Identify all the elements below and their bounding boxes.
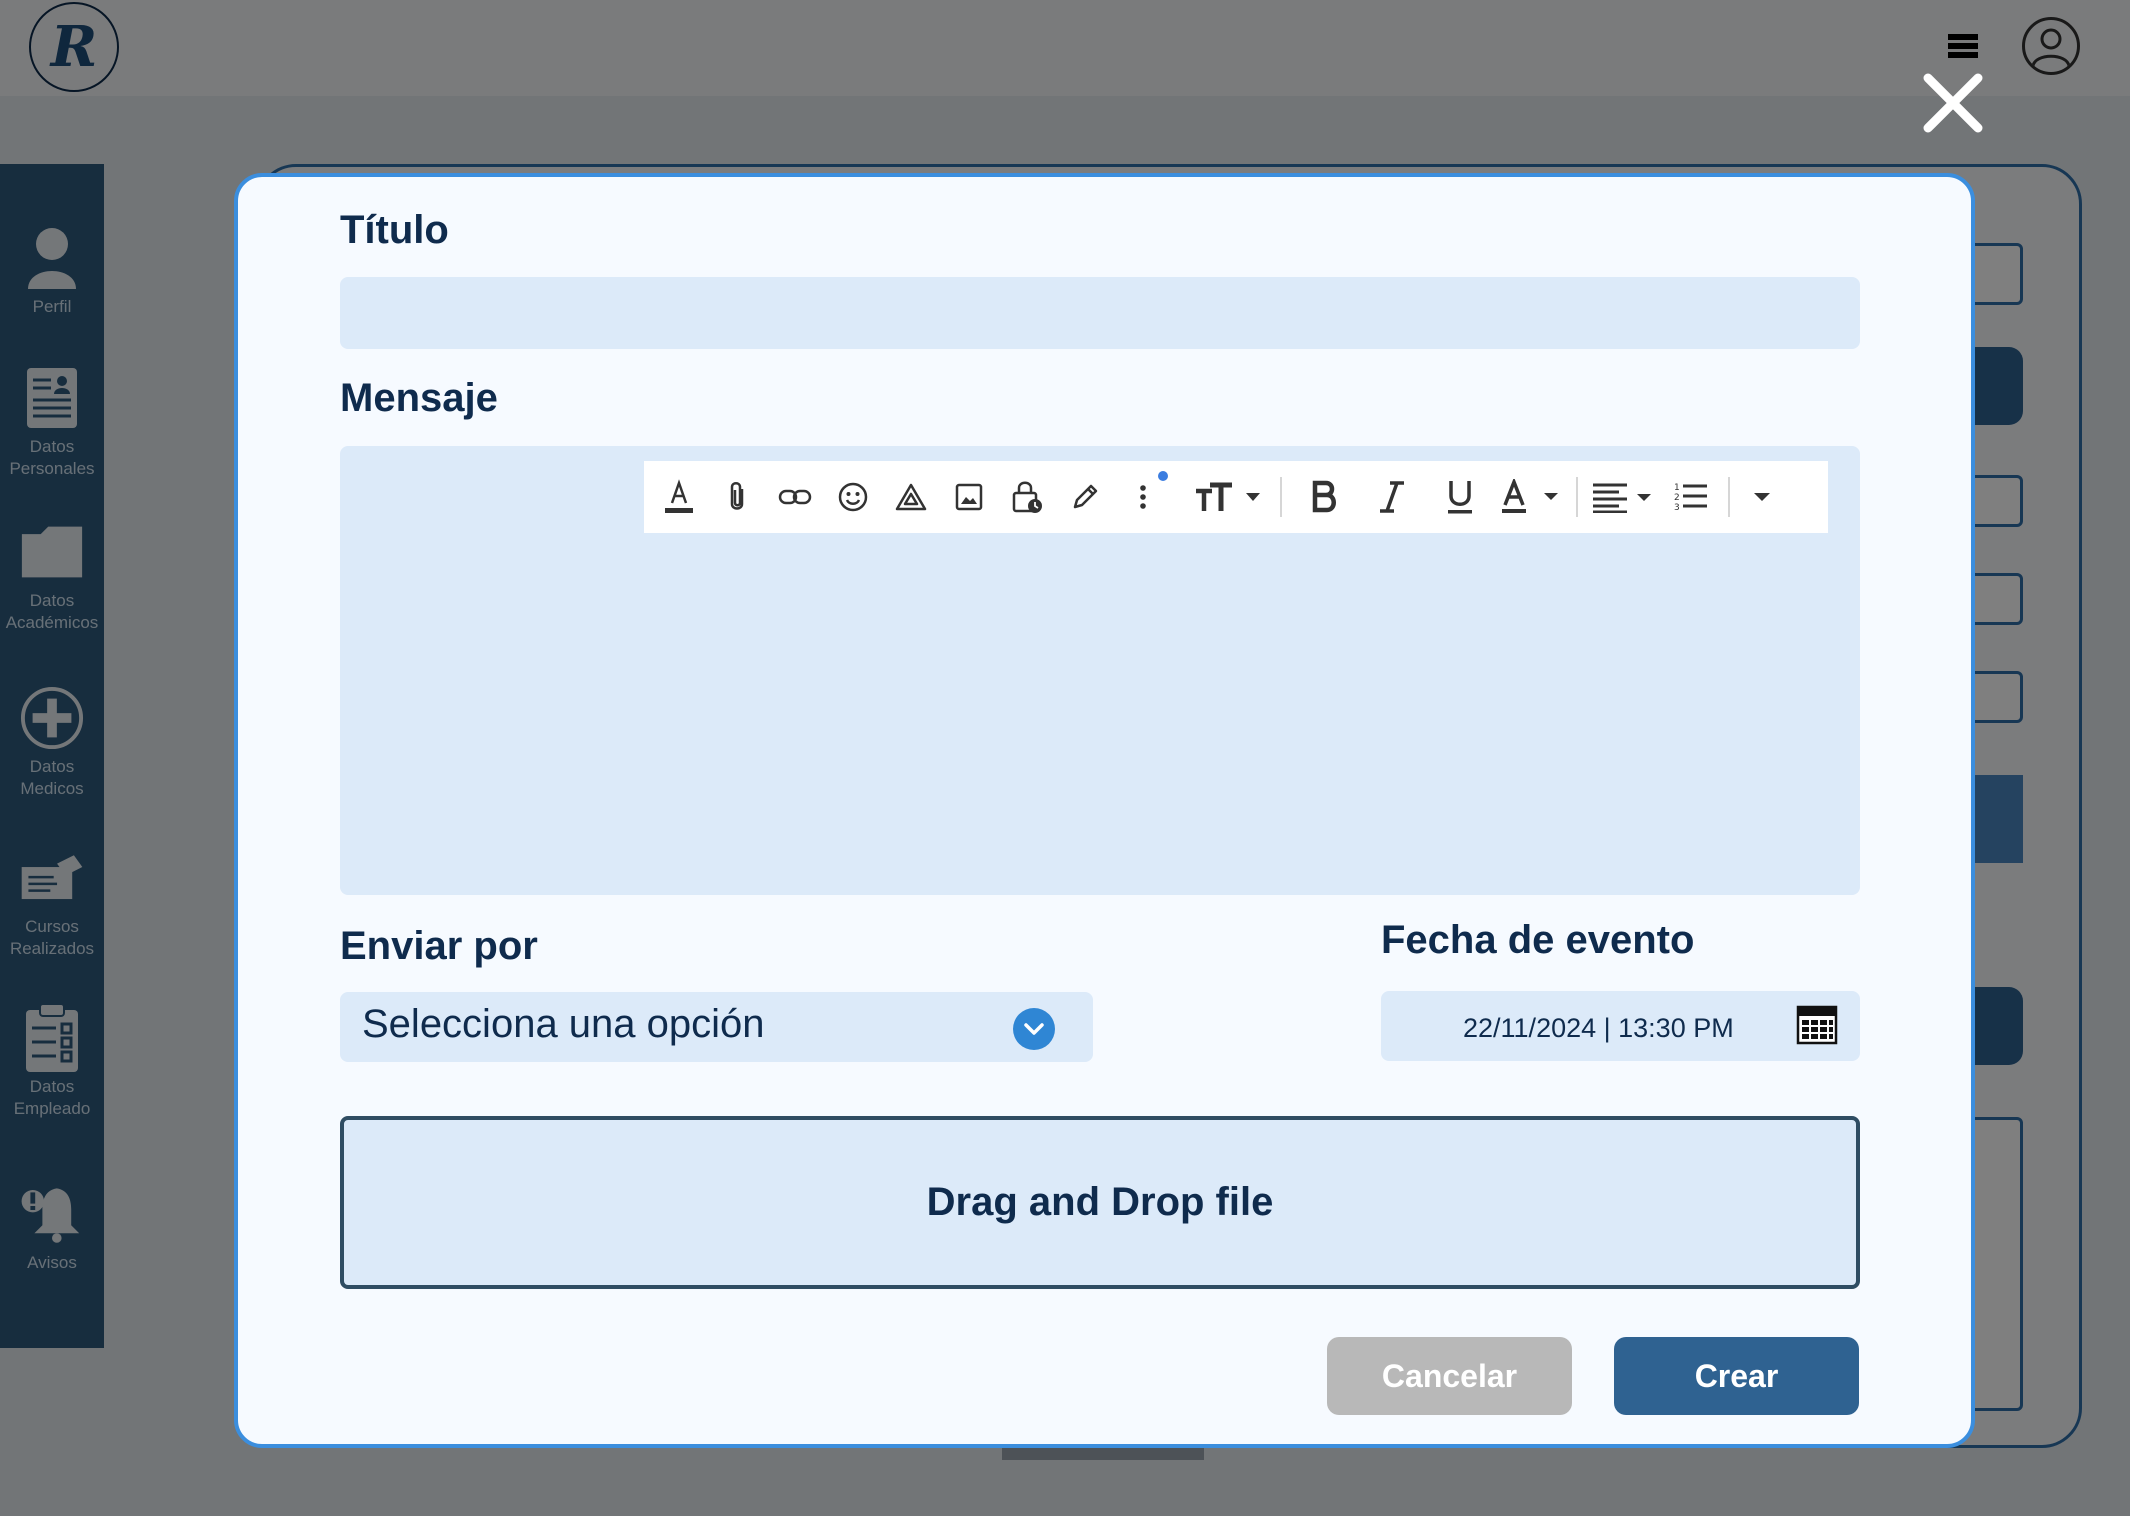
cancel-button[interactable]: Cancelar [1327,1337,1572,1415]
toolbar-separator [1728,477,1730,517]
image-icon[interactable] [940,461,998,533]
rich-text-toolbar: 123 [644,461,1828,533]
notification-dot [1158,471,1168,481]
bold-icon[interactable] [1290,461,1358,533]
numbered-list-icon[interactable]: 123 [1662,461,1720,533]
more-options-icon[interactable] [1114,461,1172,533]
close-icon[interactable] [1918,68,1988,138]
underline-icon[interactable] [1426,461,1494,533]
italic-icon[interactable] [1358,461,1426,533]
file-dropzone[interactable]: Drag and Drop file [340,1116,1860,1289]
send-by-value: Selecciona una opción [362,1002,765,1046]
svg-text:1: 1 [1674,483,1680,493]
event-date-value: 22/11/2024 | 13:30 PM [1463,1013,1734,1043]
toolbar-separator [1280,477,1282,517]
title-input[interactable] [340,277,1860,349]
svg-text:3: 3 [1674,503,1680,513]
font-size-icon[interactable] [1186,461,1272,533]
svg-text:2: 2 [1674,493,1680,503]
title-label: Título [340,208,449,252]
lock-clock-icon[interactable] [998,461,1056,533]
font-color-icon[interactable] [1494,461,1568,533]
emoji-icon[interactable] [824,461,882,533]
send-by-label: Enviar por [340,924,538,968]
toolbar-separator [1576,477,1578,517]
drive-icon[interactable] [882,461,940,533]
create-button[interactable]: Crear [1614,1337,1859,1415]
calendar-icon[interactable] [1796,1005,1838,1049]
chevron-down-icon[interactable] [1013,1008,1055,1050]
more-dropdown-icon[interactable] [1738,461,1786,533]
attach-icon[interactable] [708,461,766,533]
event-date-label: Fecha de evento [1381,918,1695,962]
pen-icon[interactable] [1056,461,1114,533]
message-label: Mensaje [340,376,498,420]
send-by-select[interactable]: Selecciona una opción [340,992,1093,1062]
dropzone-text: Drag and Drop file [926,1180,1274,1224]
link-icon[interactable] [766,461,824,533]
align-icon[interactable] [1586,461,1662,533]
text-color-icon[interactable] [650,461,708,533]
event-date-input[interactable]: 22/11/2024 | 13:30 PM [1381,991,1860,1061]
